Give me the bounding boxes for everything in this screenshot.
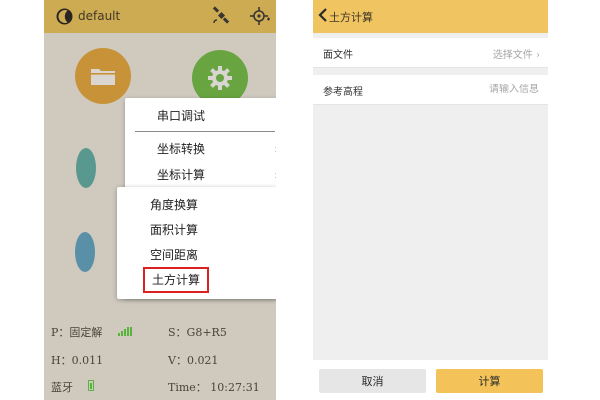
submenu-item-area-calc[interactable]: 面积计算 (117, 218, 276, 242)
coord-calc-submenu: 角度换算 面积计算 空间距离 土方计算 (117, 187, 276, 299)
submenu-item-label: 角度换算 (150, 198, 199, 212)
ref-elevation-input[interactable] (459, 84, 539, 95)
select-file-text: 选择文件 (492, 50, 533, 61)
left-phone-screen: default P：固定解 S：G8+R5 H：0.011 V：0.021 蓝牙… (44, 0, 276, 400)
signal-strength-icon (118, 327, 132, 336)
chevron-right-icon: › (274, 136, 276, 162)
ref-elevation-row: 参考高程 (313, 75, 548, 105)
menu-item-label: 坐标转换 (157, 142, 206, 156)
menu-divider (135, 131, 275, 132)
app-header: 土方计算 (313, 0, 548, 33)
select-file-link[interactable]: 选择文件 › (493, 46, 540, 61)
submenu-item-space-distance[interactable]: 空间距离 (117, 243, 276, 267)
submenu-item-angle-convert[interactable]: 角度换算 (117, 193, 276, 217)
cancel-button[interactable]: 取消 (319, 369, 426, 393)
clock: Time： 10:27:31 (168, 381, 260, 394)
battery-icon (88, 380, 94, 391)
h-precision: H：0.011 (51, 354, 104, 367)
position-status: P：固定解 (51, 326, 103, 339)
submenu-item-earthwork-calc[interactable]: 土方计算 (143, 267, 209, 293)
menu-item-serial-debug[interactable]: 串口调试 (125, 103, 276, 129)
satellite-count: S：G8+R5 (168, 326, 227, 339)
submenu-item-label: 土方计算 (152, 273, 201, 287)
submenu-item-label: 空间距离 (150, 248, 199, 262)
bluetooth-label: 蓝牙 (51, 381, 73, 394)
content-area (313, 106, 548, 360)
calculate-button[interactable]: 计算 (436, 369, 543, 393)
back-arrow-icon[interactable] (318, 8, 328, 22)
menu-item-label: 坐标计算 (157, 168, 206, 182)
v-precision: V：0.021 (168, 354, 219, 367)
chevron-right-icon: › (536, 50, 540, 61)
right-phone-screen: 土方计算 面文件 选择文件 › 参考高程 取消 计算 (313, 0, 548, 400)
menu-item-coord-transform[interactable]: 坐标转换 › (125, 136, 276, 162)
menu-item-coord-calc[interactable]: 坐标计算 › (125, 162, 276, 188)
submenu-item-label: 面积计算 (150, 223, 199, 237)
screenshot-pair: default P：固定解 S：G8+R5 H：0.011 V：0.021 蓝牙… (0, 0, 600, 400)
menu-item-label: 串口调试 (157, 109, 206, 123)
chevron-right-icon: › (274, 162, 276, 188)
surface-file-row[interactable]: 面文件 选择文件 › (313, 38, 548, 68)
page-title: 土方计算 (329, 11, 373, 24)
ref-elevation-label: 参考高程 (323, 87, 363, 98)
surface-file-label: 面文件 (323, 50, 353, 61)
